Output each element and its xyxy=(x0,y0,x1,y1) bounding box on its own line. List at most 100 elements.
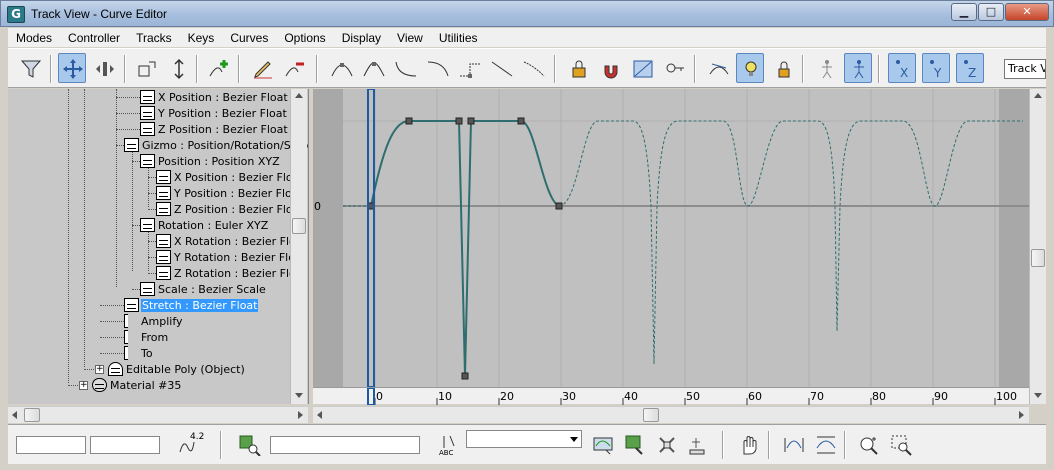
tree-item-y-position-2[interactable]: Y Position : Bezier Float xyxy=(156,185,304,201)
scroll-down-icon[interactable] xyxy=(295,393,303,398)
scroll-left-icon[interactable] xyxy=(317,411,322,419)
tree-item-y-rotation[interactable]: Y Rotation : Bezier Float xyxy=(156,249,307,265)
tangent-smooth-button[interactable] xyxy=(518,53,546,83)
draw-curves-button[interactable] xyxy=(248,53,276,83)
zoom-selected-object-button[interactable] xyxy=(234,429,262,459)
menu-view[interactable]: View xyxy=(389,31,431,45)
show-biped-x-button[interactable]: X xyxy=(888,53,916,83)
key-frame-16[interactable] xyxy=(467,117,475,125)
scroll-up-icon[interactable] xyxy=(295,93,303,98)
graph-horizontal-scrollbar[interactable] xyxy=(313,406,1029,423)
move-keys-button[interactable] xyxy=(58,53,86,83)
key-frame-6[interactable] xyxy=(405,117,413,125)
tree-item-x-position-2[interactable]: X Position : Bezier Float xyxy=(156,169,305,185)
lock-selection-button[interactable] xyxy=(564,53,592,83)
expand-material-toggle[interactable]: + xyxy=(79,381,88,390)
tree-horizontal-scrollbar[interactable] xyxy=(8,406,308,423)
tree-item-x-position-1[interactable]: X Position : Bezier Float xyxy=(140,89,289,105)
tree-item-amplify[interactable]: Amplify xyxy=(124,313,184,329)
scroll-up-icon[interactable] xyxy=(1034,93,1042,98)
curve-graph-canvas[interactable] xyxy=(313,88,1029,388)
curve-graph[interactable] xyxy=(313,88,1029,388)
isolate-curve-button[interactable] xyxy=(588,429,616,459)
tree-item-material[interactable]: Material #35 xyxy=(92,377,182,393)
expand-editable-poly-toggle[interactable]: + xyxy=(95,365,104,374)
tree-item-position-xyz[interactable]: Position : Position XYZ xyxy=(140,153,281,169)
tree-item-y-position-1[interactable]: Y Position : Bezier Float xyxy=(140,105,288,121)
show-biped-button[interactable] xyxy=(812,53,840,83)
tangent-custom-button[interactable] xyxy=(358,53,386,83)
time-ruler[interactable]: 0 10 20 30 40 50 60 70 80 90 100 xyxy=(313,387,1029,406)
tangent-slow-button[interactable] xyxy=(422,53,450,83)
menu-display[interactable]: Display xyxy=(334,31,389,45)
filter-animated-tracks-button[interactable] xyxy=(652,429,680,459)
soft-selection-button[interactable]: 4.2 xyxy=(174,429,204,459)
close-button[interactable]: ✕ xyxy=(1005,3,1049,21)
tangent-linear-button[interactable] xyxy=(486,53,514,83)
filter-selected-tracks-button[interactable] xyxy=(620,429,648,459)
filters-button[interactable] xyxy=(16,53,44,83)
snap-frames-button[interactable] xyxy=(596,53,624,83)
selected-object-name-field[interactable] xyxy=(270,436,420,454)
tree-scroll-thumb[interactable] xyxy=(292,218,306,234)
value-field[interactable] xyxy=(90,436,160,454)
frame-horizontal-extents-button[interactable] xyxy=(778,429,806,459)
maximize-button[interactable]: □ xyxy=(978,3,1004,21)
scale-keys-time-button[interactable] xyxy=(132,53,160,83)
name-selection-button[interactable]: ABC xyxy=(436,429,464,459)
graph-vertical-scrollbar[interactable] xyxy=(1029,89,1046,404)
key-frame-15[interactable] xyxy=(461,372,469,380)
menu-options[interactable]: Options xyxy=(276,31,333,45)
tree-item-x-rotation[interactable]: X Rotation : Bezier Float xyxy=(156,233,308,249)
key-frame-30[interactable] xyxy=(555,202,563,210)
menu-keys[interactable]: Keys xyxy=(180,31,223,45)
tangent-step-button[interactable] xyxy=(454,53,482,83)
scroll-right-icon[interactable] xyxy=(298,411,303,419)
named-selection-dropdown[interactable] xyxy=(466,430,582,448)
tree-vertical-scrollbar[interactable] xyxy=(290,89,307,404)
tree-item-gizmo[interactable]: Gizmo : Position/Rotation/Scale xyxy=(124,137,308,153)
menu-controller[interactable]: Controller xyxy=(60,31,128,45)
lock-tangents-button[interactable] xyxy=(768,53,796,83)
frame-field[interactable] xyxy=(16,436,86,454)
tree-hscroll-thumb[interactable] xyxy=(24,408,40,422)
key-frame-14[interactable] xyxy=(455,117,463,125)
filter-unlocked-button[interactable] xyxy=(684,429,712,459)
graph-vscroll-thumb[interactable] xyxy=(1031,249,1045,267)
add-keys-button[interactable] xyxy=(204,53,232,83)
show-tangents-button[interactable] xyxy=(736,53,764,83)
show-biped-z-button[interactable]: Z xyxy=(956,53,984,83)
key-frame-24[interactable] xyxy=(517,117,525,125)
scroll-right-icon[interactable] xyxy=(1019,411,1024,419)
show-biped-rotation-button[interactable] xyxy=(844,53,872,83)
show-keyable-icons-button[interactable] xyxy=(660,53,688,83)
tree-item-stretch[interactable]: Stretch : Bezier Float xyxy=(124,297,259,313)
menu-utilities[interactable]: Utilities xyxy=(431,31,486,45)
pan-button[interactable] xyxy=(734,429,762,459)
tree-item-from[interactable]: From xyxy=(124,329,169,345)
menu-modes[interactable]: Modes xyxy=(8,31,60,45)
tree-item-to[interactable]: To xyxy=(124,345,154,361)
parameter-curve-oor-button[interactable] xyxy=(628,53,656,83)
tree-item-rotation[interactable]: Rotation : Euler XYZ xyxy=(140,217,269,233)
reduce-keys-button[interactable] xyxy=(280,53,308,83)
zoom-button[interactable] xyxy=(854,429,882,459)
scale-values-button[interactable] xyxy=(164,53,192,83)
show-all-tangents-button[interactable] xyxy=(704,53,732,83)
tree-item-editable-poly[interactable]: Editable Poly (Object) xyxy=(108,361,246,377)
tangent-auto-button[interactable] xyxy=(326,53,354,83)
show-biped-y-button[interactable]: Y xyxy=(922,53,950,83)
tree-item-scale[interactable]: Scale : Bezier Scale xyxy=(140,281,267,297)
zoom-region-button[interactable] xyxy=(886,429,914,459)
tree-item-z-position-1[interactable]: Z Position : Bezier Float xyxy=(140,121,289,137)
menu-curves[interactable]: Curves xyxy=(222,31,276,45)
minimize-button[interactable]: ▁ xyxy=(951,3,977,21)
scroll-left-icon[interactable] xyxy=(12,411,17,419)
slide-keys-button[interactable] xyxy=(90,53,118,83)
scroll-down-icon[interactable] xyxy=(1034,393,1042,398)
menu-tracks[interactable]: Tracks xyxy=(128,31,180,45)
track-view-name-field[interactable]: Track Vi xyxy=(1004,59,1046,79)
frame-value-extents-button[interactable] xyxy=(810,429,838,459)
graph-hscroll-thumb[interactable] xyxy=(643,408,659,422)
tree-item-z-rotation[interactable]: Z Rotation : Bezier Float xyxy=(156,265,308,281)
